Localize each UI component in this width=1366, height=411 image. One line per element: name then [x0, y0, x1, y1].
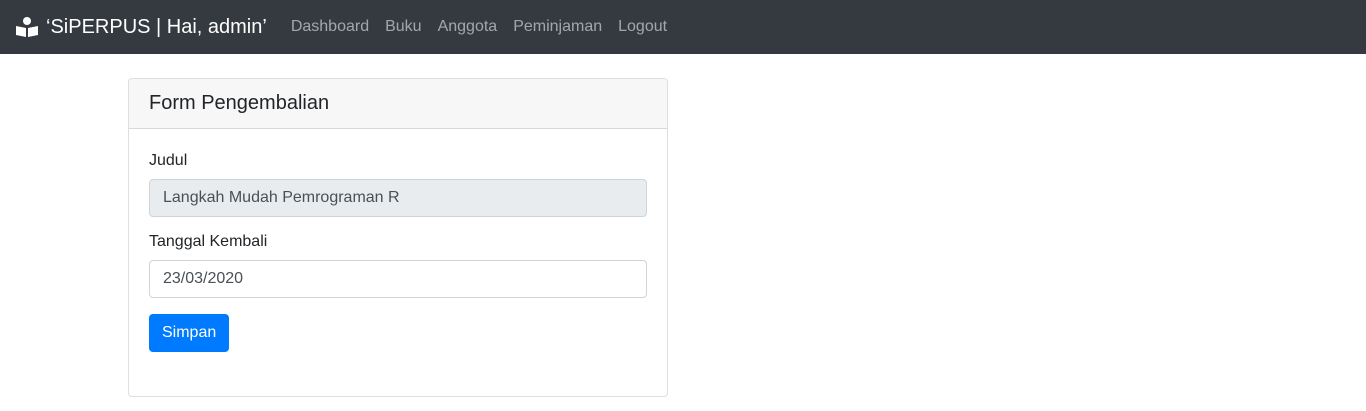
top-navbar: ‘SiPERPUS | Hai, admin’ Dashboard Buku A… [0, 0, 1366, 54]
nav-anggota[interactable]: Anggota [430, 18, 506, 36]
judul-field: Langkah Mudah Pemrograman R [149, 179, 647, 217]
book-reader-icon [16, 17, 38, 37]
tanggal-kembali-field[interactable] [149, 260, 647, 298]
card-body: Judul Langkah Mudah Pemrograman R Tangga… [129, 129, 667, 372]
tanggal-group: Tanggal Kembali [149, 233, 647, 298]
brand-text: ‘SiPERPUS | Hai, admin’ [46, 15, 267, 38]
nav-dashboard[interactable]: Dashboard [283, 18, 377, 36]
nav-logout[interactable]: Logout [610, 18, 675, 36]
nav-links: Dashboard Buku Anggota Peminjaman Logout [283, 18, 675, 36]
brand-link[interactable]: ‘SiPERPUS | Hai, admin’ [16, 16, 267, 39]
nav-peminjaman[interactable]: Peminjaman [505, 18, 610, 36]
nav-buku[interactable]: Buku [377, 18, 429, 36]
tanggal-label: Tanggal Kembali [149, 233, 268, 250]
simpan-button[interactable]: Simpan [149, 314, 230, 352]
return-form-card: Form Pengembalian Judul Langkah Mudah Pe… [128, 78, 668, 397]
card-title: Form Pengembalian [129, 79, 667, 129]
judul-label: Judul [149, 152, 188, 169]
judul-group: Judul Langkah Mudah Pemrograman R [149, 152, 647, 217]
